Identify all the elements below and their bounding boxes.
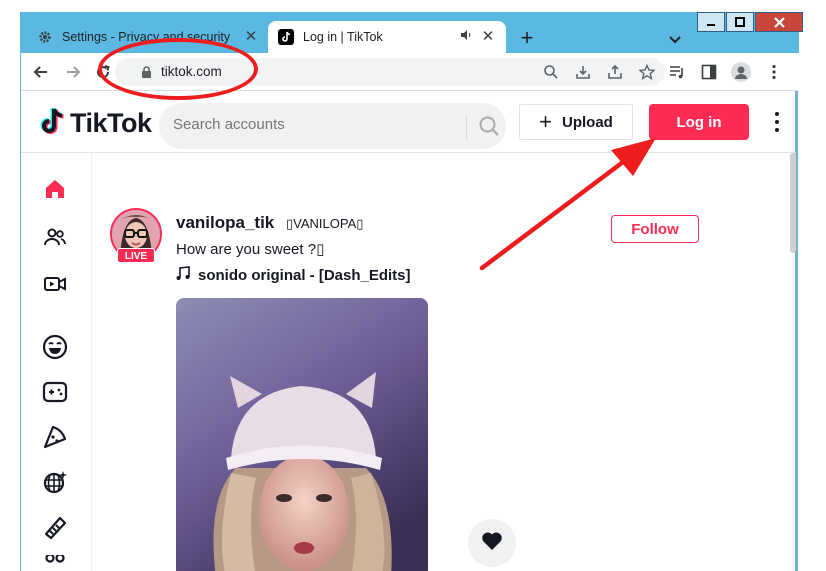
login-button[interactable]: Log in	[649, 104, 749, 140]
address-bar[interactable]: tiktok.com	[115, 58, 665, 86]
url-text[interactable]: tiktok.com	[161, 64, 222, 79]
zoom-icon[interactable]	[543, 64, 559, 80]
share-icon[interactable]	[607, 64, 623, 80]
browser-toolbar: tiktok.com	[21, 53, 799, 91]
comedy-icon[interactable]	[41, 333, 69, 361]
tiktok-favicon-icon	[278, 29, 294, 45]
speaker-icon[interactable]	[458, 29, 474, 45]
more-category-icon[interactable]	[41, 555, 69, 571]
window-close-button[interactable]	[755, 12, 803, 32]
back-arrow-icon[interactable]	[31, 62, 51, 82]
sidebar	[21, 153, 92, 571]
live-badge: LIVE	[117, 248, 155, 263]
minimize-button[interactable]	[697, 12, 725, 32]
browser-window: Settings - Privacy and security ✕ Log in…	[20, 12, 803, 571]
maximize-button[interactable]	[726, 12, 754, 32]
new-tab-button[interactable]: +	[515, 27, 539, 51]
tiktok-logo[interactable]: TikTok	[39, 106, 152, 141]
upload-label: Upload	[562, 113, 613, 131]
search-divider	[466, 115, 467, 139]
tab-strip: Settings - Privacy and security ✕ Log in…	[21, 12, 803, 53]
window-controls	[697, 12, 804, 34]
tab-title: Log in | TikTok	[303, 30, 383, 44]
heart-icon	[481, 531, 503, 556]
dance-icon[interactable]	[41, 468, 69, 496]
tiktok-note-icon	[39, 106, 67, 141]
home-icon[interactable]	[41, 175, 69, 203]
side-panel-icon[interactable]	[699, 62, 719, 82]
feed: LIVE vanilopa_tik ▯VANILOPA▯ How are you…	[92, 153, 796, 571]
music-title: sonido original - [Dash_Edits]	[198, 267, 411, 284]
scrollbar[interactable]	[790, 153, 796, 253]
post-caption: How are you sweet ?▯	[176, 241, 325, 258]
plus-icon: +	[539, 109, 552, 134]
media-control-icon[interactable]	[667, 62, 687, 82]
more-menu-icon[interactable]	[771, 110, 783, 134]
tiktok-header: TikTok + Upload Log in	[21, 92, 796, 153]
username[interactable]: vanilopa_tik	[176, 213, 274, 233]
tab-tiktok[interactable]: Log in | TikTok ✕	[268, 21, 506, 53]
following-icon[interactable]	[41, 223, 69, 251]
music-note-icon	[176, 266, 190, 285]
bookmark-star-icon[interactable]	[638, 63, 656, 80]
search-icon[interactable]	[478, 115, 500, 142]
close-icon[interactable]: ✕	[480, 29, 496, 45]
close-icon[interactable]: ✕	[243, 29, 259, 45]
forward-arrow-icon[interactable]	[63, 62, 83, 82]
browser-menu-icon[interactable]	[764, 62, 784, 82]
video-player[interactable]	[176, 298, 428, 571]
beauty-icon[interactable]	[41, 513, 69, 541]
tab-settings[interactable]: Settings - Privacy and security ✕	[27, 21, 269, 53]
search-bar	[159, 103, 506, 149]
search-input[interactable]	[173, 116, 453, 133]
logo-text: TikTok	[70, 108, 152, 138]
like-button[interactable]	[468, 519, 516, 567]
nickname: ▯VANILOPA▯	[286, 216, 364, 231]
profile-avatar-icon[interactable]	[731, 62, 751, 82]
install-icon[interactable]	[575, 64, 591, 80]
live-icon[interactable]	[41, 270, 69, 298]
chevron-down-icon[interactable]	[665, 29, 685, 49]
reload-icon[interactable]	[93, 62, 113, 82]
music-link[interactable]: sonido original - [Dash_Edits]	[176, 266, 411, 285]
tab-title: Settings - Privacy and security	[62, 30, 231, 44]
food-icon[interactable]	[41, 423, 69, 451]
gaming-icon[interactable]	[41, 378, 69, 406]
upload-button[interactable]: + Upload	[519, 104, 633, 140]
gear-icon	[37, 29, 53, 45]
lock-icon	[141, 66, 152, 84]
follow-button[interactable]: Follow	[611, 215, 699, 243]
